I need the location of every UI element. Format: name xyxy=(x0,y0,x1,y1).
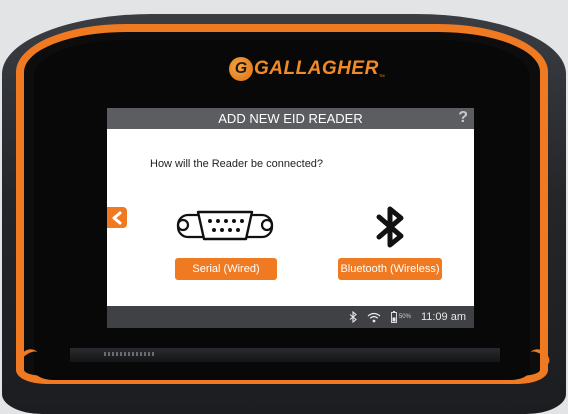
wifi-icon xyxy=(367,312,381,323)
brand-logo: G GALLAGHER TM xyxy=(229,56,385,82)
gallagher-logo-icon: G xyxy=(229,57,253,81)
battery-indicator: 50% xyxy=(390,311,411,323)
help-icon[interactable]: ? xyxy=(458,109,468,127)
back-button[interactable] xyxy=(107,207,127,228)
battery-icon xyxy=(390,311,397,323)
bluetooth-icon[interactable] xyxy=(373,204,407,250)
chevron-left-icon xyxy=(112,211,122,224)
bluetooth-wireless-button[interactable]: Bluetooth (Wireless) xyxy=(338,258,442,280)
app-screen: ADD NEW EID READER ? How will the Reader… xyxy=(107,108,474,328)
connection-question: How will the Reader be connected? xyxy=(150,158,324,170)
serial-port-icon[interactable] xyxy=(176,204,276,246)
bluetooth-status-icon xyxy=(349,311,357,323)
brand-name: GALLAGHER xyxy=(254,58,379,79)
page-title: ADD NEW EID READER xyxy=(218,111,363,126)
title-bar: ADD NEW EID READER ? xyxy=(107,108,474,129)
brand-trademark: TM xyxy=(378,73,385,78)
battery-percent: 50% xyxy=(398,314,411,320)
status-bar: 50% 11:09 am xyxy=(107,306,474,328)
clock: 11:09 am xyxy=(420,311,466,323)
serial-wired-button[interactable]: Serial (Wired) xyxy=(175,258,277,280)
device-vent xyxy=(104,352,156,356)
